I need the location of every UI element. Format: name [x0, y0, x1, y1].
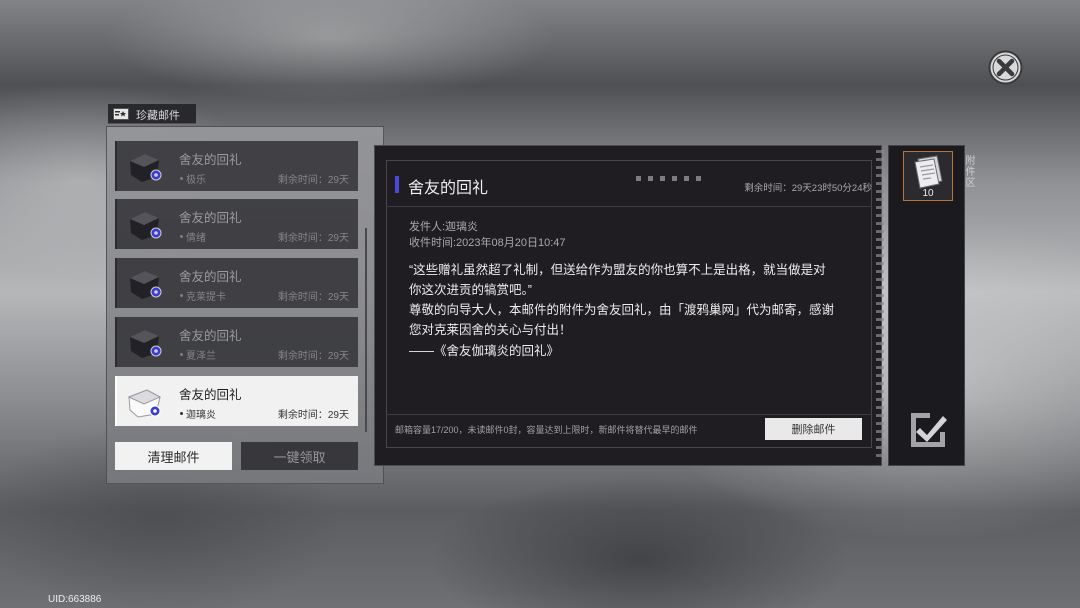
mail-list-item[interactable]: 舍友的回礼 倩绪 剩余时间：29天: [115, 199, 358, 249]
mail-title: 舍友的回礼: [408, 180, 489, 197]
mail-subject: 舍友的回礼: [179, 329, 242, 343]
mail-subject: 舍友的回礼: [179, 153, 242, 167]
paper-item-icon: [914, 155, 943, 189]
mail-remaining-time: 剩余时间：29天: [277, 410, 349, 421]
panel-edge-decoration: [876, 150, 884, 462]
mail-remaining-time: 剩余时间：29天: [277, 292, 349, 303]
bullet-dot: [180, 353, 183, 356]
mail-body-line: 您对克莱因舍的关心与付出！: [409, 323, 572, 337]
attachment-item[interactable]: 10: [903, 151, 953, 201]
mail-screen: 珍藏邮件 舍友的回礼 极乐 剩余时间：29天 舍友的回礼 倩绪 剩余时间：29天: [0, 0, 1080, 608]
mail-received-time: 收件时间:2023年08月20日10:47: [409, 237, 566, 249]
mail-sender: 极乐: [186, 175, 206, 186]
divider: [386, 414, 872, 415]
mail-remaining-time: 剩余时间：29天: [277, 175, 349, 186]
close-button[interactable]: [988, 50, 1023, 85]
check-icon[interactable]: [908, 410, 948, 450]
mail-gift-icon: [130, 330, 162, 358]
mail-sender: 夏泽兰: [186, 351, 216, 362]
mail-body-line: 你这次进贡的犒赏吧。”: [409, 283, 532, 297]
mail-gift-icon: [130, 271, 162, 299]
divider: [386, 206, 872, 207]
mail-list-item-selected[interactable]: 舍友的回礼 迦璃炎 剩余时间：29天: [115, 376, 358, 426]
mail-body-line: ——《舍友伽璃炎的回礼》: [409, 344, 560, 358]
mail-gift-icon: [130, 212, 162, 240]
mail-list-item[interactable]: 舍友的回礼 克莱提卡 剩余时间：29天: [115, 258, 358, 308]
user-id: UID:663886: [48, 594, 102, 605]
mail-subject: 舍友的回礼: [179, 270, 242, 284]
mail-body-line: 尊敬的向导大人，本邮件的附件为舍友回礼，由「渡鸦巢网」代为邮寄，感谢: [409, 303, 835, 317]
header-decoration: [636, 168, 716, 181]
attachment-count: 10: [922, 188, 934, 199]
mail-subject: 舍友的回礼: [179, 211, 242, 225]
tab-label: 珍藏邮件: [136, 110, 180, 122]
clear-mail-button[interactable]: 清理邮件: [115, 442, 232, 470]
mail-sender-detail: 发件人:迦璃炎: [409, 221, 479, 233]
claim-all-button[interactable]: 一键领取: [241, 442, 358, 470]
mail-subject: 舍友的回礼: [179, 388, 242, 402]
close-icon: [988, 50, 1023, 85]
bullet-dot: [180, 235, 183, 238]
mail-sender: 倩绪: [186, 233, 206, 244]
mail-remaining-time: 剩余时间：29天: [277, 351, 349, 362]
delete-mail-button[interactable]: 删除邮件: [765, 418, 862, 440]
mail-list-item[interactable]: 舍友的回礼 夏泽兰 剩余时间：29天: [115, 317, 358, 367]
bullet-dot: [180, 177, 183, 180]
mail-remaining-time-detail: 剩余时间：29天23时50分24秒: [744, 183, 872, 194]
mail-sender: 克莱提卡: [186, 292, 226, 303]
bullet-dot: [180, 294, 183, 297]
attachment-area-label: 附件区: [963, 155, 974, 188]
mail-list-item[interactable]: 舍友的回礼 极乐 剩余时间：29天: [115, 141, 358, 191]
mail-gift-icon: [130, 154, 162, 182]
mail-tab-icon: [113, 108, 129, 120]
mail-opened-icon: [127, 389, 162, 418]
title-accent-bar: [395, 176, 399, 193]
mail-sender: 迦璃炎: [186, 410, 216, 421]
mail-remaining-time: 剩余时间：29天: [277, 233, 349, 244]
bullet-dot: [180, 412, 183, 415]
mail-list-scrollbar[interactable]: [365, 228, 367, 432]
tab-collected-mail[interactable]: 珍藏邮件: [108, 104, 196, 124]
mail-body-line: “这些赠礼虽然超了礼制，但送给作为盟友的你也算不上是出格，就当做是对: [409, 263, 826, 277]
mailbox-capacity-info: 邮箱容量17/200，未读邮件0封，容量达到上限时，新邮件将替代最早的邮件: [395, 425, 698, 435]
